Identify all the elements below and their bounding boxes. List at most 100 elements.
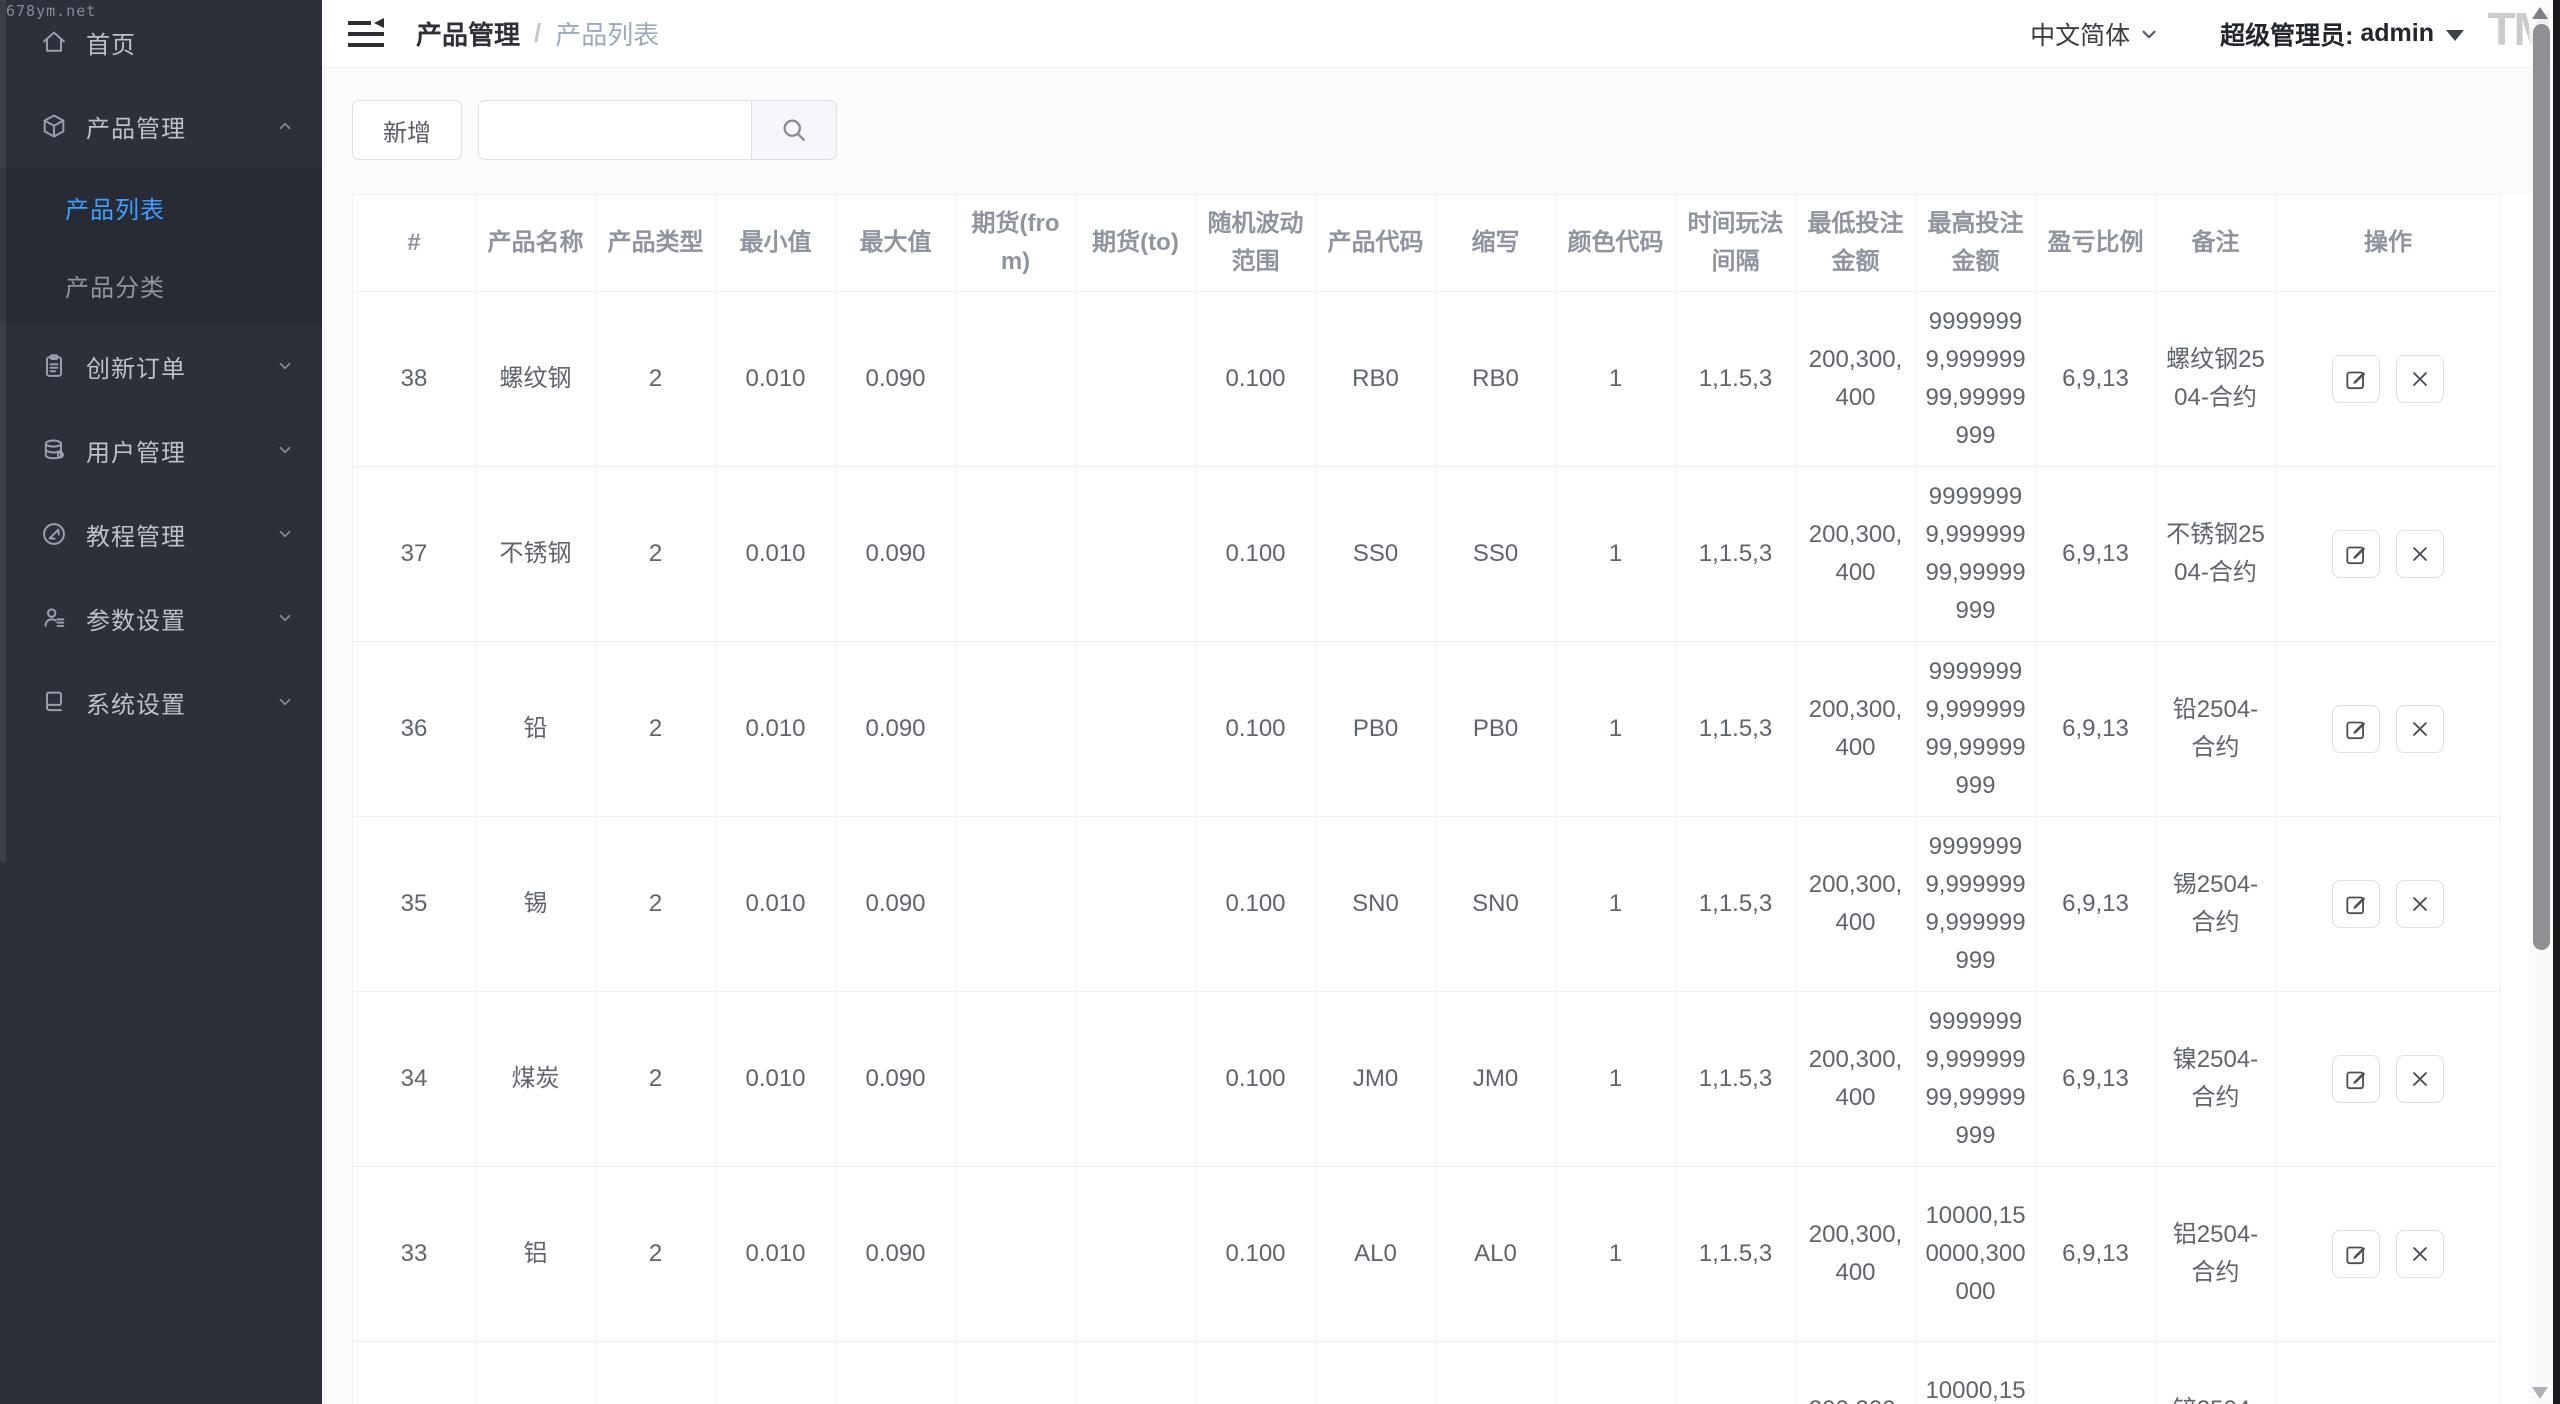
cell-color_code: 1	[1556, 817, 1676, 992]
search-group	[478, 100, 837, 160]
cell-remark: 铝2504-合约	[2156, 1167, 2276, 1342]
cell-time_intervals: 1,1.5,3	[1676, 817, 1796, 992]
cell-min_bet: 200,300,400	[1796, 1167, 1916, 1342]
cell-min: 0.010	[716, 642, 836, 817]
cell-id: 37	[353, 467, 476, 642]
scrollbar-up-arrow[interactable]	[2532, 7, 2548, 19]
cell-max: 0.090	[836, 642, 956, 817]
sidebar-item-system[interactable]: 系统设置	[0, 660, 322, 744]
delete-button[interactable]	[2396, 1230, 2444, 1278]
language-selector[interactable]: 中文简体	[2030, 16, 2160, 52]
search-input[interactable]	[478, 100, 751, 160]
scrollbar-down-arrow[interactable]	[2532, 1387, 2548, 1399]
breadcrumb-section[interactable]: 产品管理	[416, 15, 520, 52]
sidebar-item-product[interactable]: 产品管理	[0, 84, 322, 168]
sidebar: 678ym.net 首页产品管理产品列表产品分类创新订单用户管理教程管理参数设置…	[0, 0, 322, 1404]
sidebar-item-label: 教程管理	[86, 517, 274, 552]
system-icon	[40, 688, 68, 716]
cell-name: 铅	[476, 642, 596, 817]
cell-pl_ratio: 6,9,13	[2036, 292, 2156, 467]
sidebar-item-label: 系统设置	[86, 685, 274, 720]
delete-button[interactable]	[2396, 705, 2444, 753]
add-button[interactable]: 新增	[352, 100, 462, 160]
cell-type: 2	[596, 292, 716, 467]
cell-name: 煤炭	[476, 992, 596, 1167]
cell-type: 2	[596, 817, 716, 992]
delete-button[interactable]	[2396, 880, 2444, 928]
user-settings-icon	[40, 604, 68, 632]
cell-min: 0.010	[716, 467, 836, 642]
cell-remark: 锌2504-合约	[2156, 1342, 2276, 1404]
cell-name: 锡	[476, 817, 596, 992]
cell-futures_to	[1076, 992, 1196, 1167]
edit-button[interactable]	[2332, 355, 2380, 403]
edit-icon	[2343, 1066, 2369, 1092]
cell-ops	[2276, 467, 2501, 642]
cell-futures_to	[1076, 642, 1196, 817]
cell-code: JM0	[1316, 992, 1436, 1167]
scrollbar-thumb[interactable]	[2533, 24, 2550, 950]
cell-ops	[2276, 1342, 2501, 1404]
content-area: 新增 #产品名称产品类型最小值最大值期货(from)期货(to)随机波动范围产品…	[322, 68, 2560, 1404]
sidebar-edge-highlight	[0, 0, 6, 862]
sidebar-item-orders[interactable]: 创新订单	[0, 324, 322, 408]
cell-futures_from	[956, 642, 1076, 817]
table-row: 36铅20.0100.0900.100PB0PB011,1.5,3200,300…	[353, 642, 2501, 817]
cell-max_bet: 99999999,99999999,99999999	[1916, 992, 2036, 1167]
edit-button[interactable]	[2332, 705, 2380, 753]
caret-down-icon	[2446, 30, 2464, 41]
sidebar-item-tutorials[interactable]: 教程管理	[0, 492, 322, 576]
sidebar-item-label: 产品管理	[86, 109, 274, 144]
search-button[interactable]	[751, 100, 837, 160]
cell-time_intervals: 1,1.5,3	[1676, 467, 1796, 642]
toolbar: 新增	[352, 100, 2530, 160]
edit-button[interactable]	[2332, 880, 2380, 928]
delete-button[interactable]	[2396, 1055, 2444, 1103]
edit-icon	[2343, 1241, 2369, 1267]
cell-max_bet: 10000,150000,300000	[1916, 1342, 2036, 1404]
cell-type: 2	[596, 1167, 716, 1342]
sidebar-subitem-product-list[interactable]: 产品列表	[0, 168, 322, 246]
sidebar-subitem-product-category[interactable]: 产品分类	[0, 246, 322, 324]
column-header-ops: 操作	[2276, 195, 2501, 292]
sidebar-item-users[interactable]: 用户管理	[0, 408, 322, 492]
sidebar-item-params[interactable]: 参数设置	[0, 576, 322, 660]
user-menu[interactable]: 超级管理员: admin	[2220, 16, 2464, 52]
sidebar-item-label: 用户管理	[86, 433, 274, 468]
sidebar-submenu: 产品列表产品分类	[0, 168, 322, 324]
column-header-max_bet: 最高投注金额	[1916, 195, 2036, 292]
column-header-name: 产品名称	[476, 195, 596, 292]
cell-min_bet: 200,300,400	[1796, 292, 1916, 467]
watermark-domain: 678ym.net	[6, 2, 96, 20]
breadcrumb-separator: /	[534, 18, 541, 49]
edit-button[interactable]	[2332, 1230, 2380, 1278]
cell-abbr: SS0	[1436, 467, 1556, 642]
cell-pl_ratio: 6,9,13	[2036, 1342, 2156, 1404]
home-icon	[40, 28, 68, 56]
row-actions	[2284, 355, 2492, 403]
product-table: #产品名称产品类型最小值最大值期货(from)期货(to)随机波动范围产品代码缩…	[352, 194, 2501, 1404]
navbar-right: 中文简体 超级管理员: admin	[2030, 16, 2464, 52]
cell-time_intervals: 1,1.5,3	[1676, 992, 1796, 1167]
delete-button[interactable]	[2396, 355, 2444, 403]
column-header-id: #	[353, 195, 476, 292]
cell-id: 33	[353, 1167, 476, 1342]
cell-pl_ratio: 6,9,13	[2036, 467, 2156, 642]
close-icon	[2407, 541, 2433, 567]
cell-futures_from	[956, 992, 1076, 1167]
cell-ops	[2276, 1167, 2501, 1342]
column-header-fluctuation: 随机波动范围	[1196, 195, 1316, 292]
sidebar-collapse-icon[interactable]	[348, 18, 384, 50]
edit-button[interactable]	[2332, 530, 2380, 578]
row-actions	[2284, 705, 2492, 753]
cell-id: 38	[353, 292, 476, 467]
cell-futures_from	[956, 292, 1076, 467]
cell-color_code: 1	[1556, 642, 1676, 817]
cell-abbr: SN0	[1436, 817, 1556, 992]
column-header-pl_ratio: 盈亏比例	[2036, 195, 2156, 292]
edit-button[interactable]	[2332, 1055, 2380, 1103]
delete-button[interactable]	[2396, 530, 2444, 578]
cell-type: 2	[596, 1342, 716, 1404]
search-icon	[780, 116, 808, 144]
cell-max: 0.090	[836, 817, 956, 992]
